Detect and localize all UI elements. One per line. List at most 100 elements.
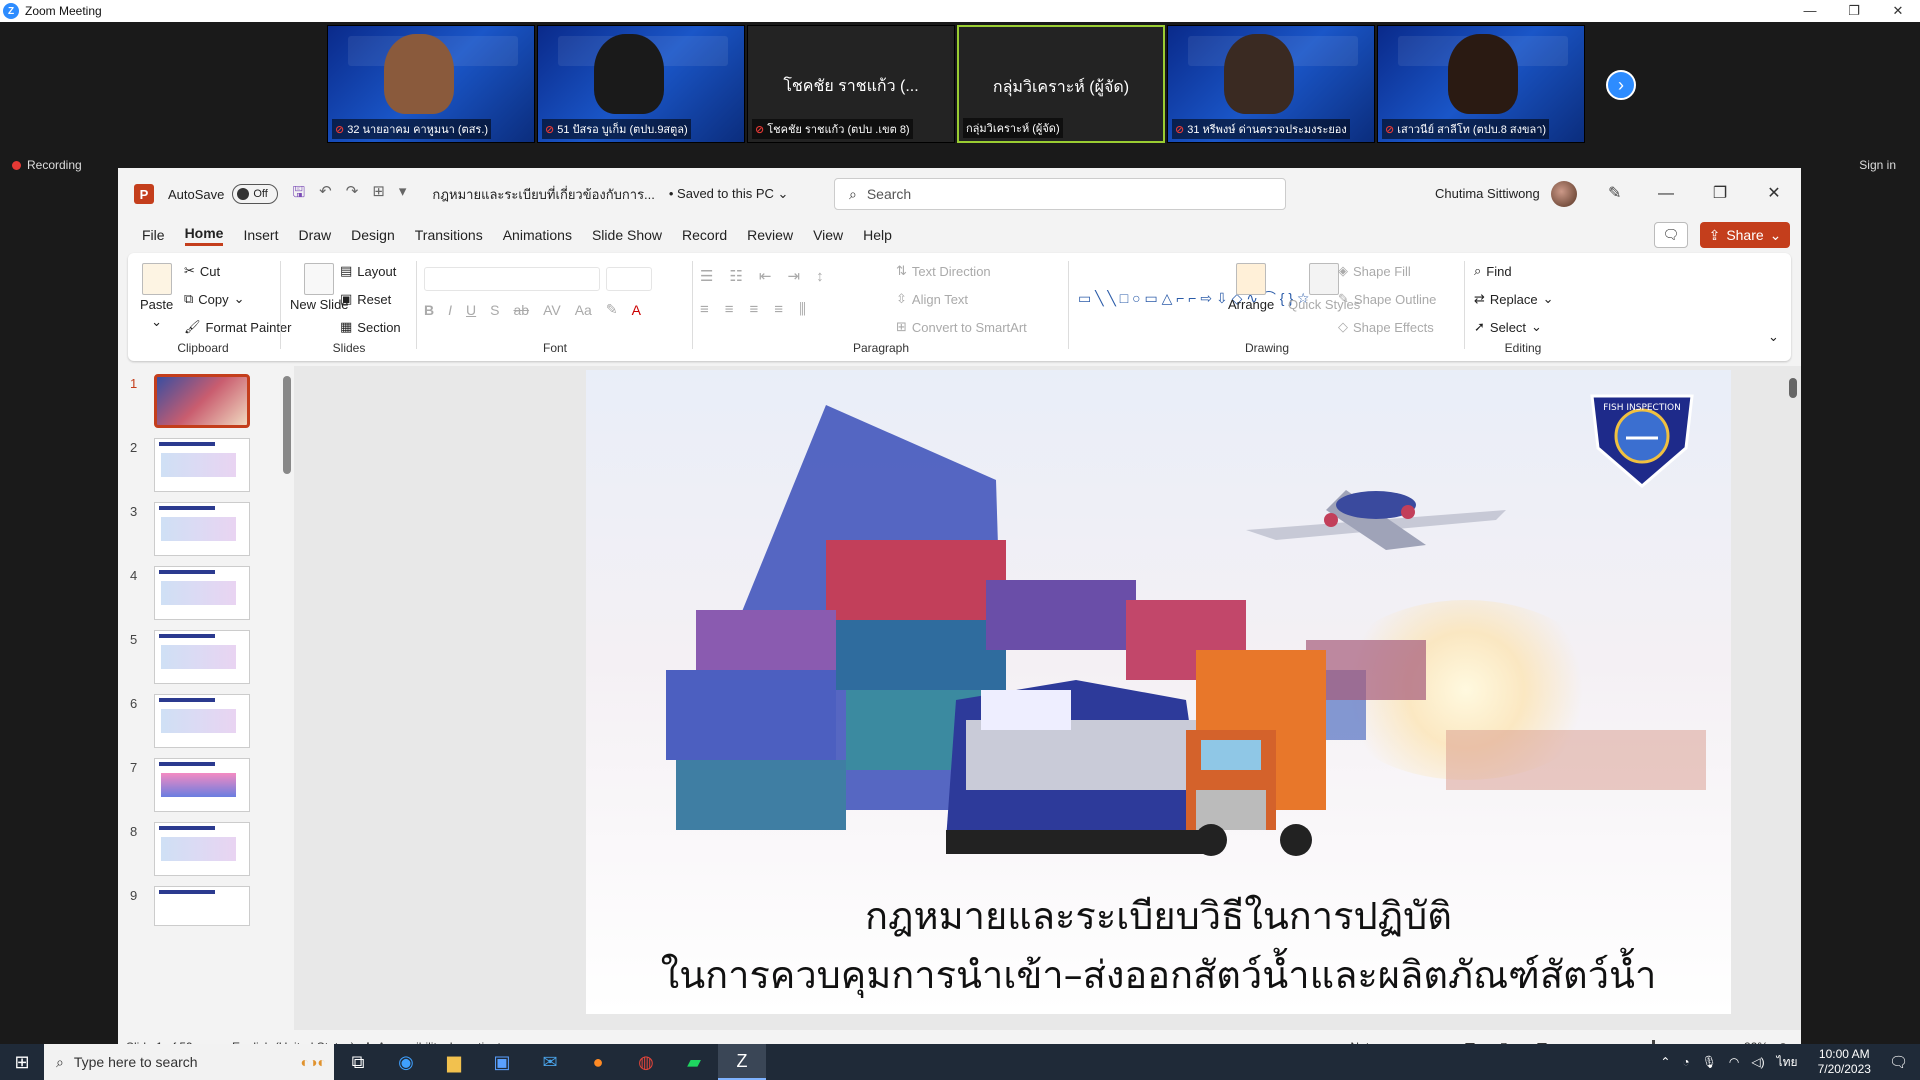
bullets-icon[interactable]: ☰ bbox=[700, 267, 713, 285]
autosave-toggle[interactable]: Off bbox=[232, 184, 279, 204]
font-color-icon[interactable]: A bbox=[632, 302, 641, 318]
tab-record[interactable]: Record bbox=[682, 227, 727, 243]
section-button[interactable]: ▦ Section bbox=[340, 319, 401, 335]
thumbnails-scrollbar[interactable] bbox=[280, 366, 294, 1030]
slide-thumbnail-3[interactable] bbox=[154, 502, 250, 556]
tab-review[interactable]: Review bbox=[747, 227, 793, 243]
close-icon[interactable]: ✕ bbox=[1876, 0, 1920, 22]
slide-thumbnail-5[interactable] bbox=[154, 630, 250, 684]
align-text-button[interactable]: ⇳ Align Text bbox=[896, 291, 968, 307]
slide-thumbnail-1[interactable] bbox=[154, 374, 250, 428]
share-button[interactable]: ⇪ Share ⌄ bbox=[1700, 222, 1790, 248]
participant-tile[interactable]: ⊘ 51 ปัสรอ บูเก็ม (ตปบ.9สตูล) bbox=[537, 25, 745, 143]
find-button[interactable]: ⌕ Find bbox=[1474, 263, 1512, 279]
shape-outline-button[interactable]: ✎ Shape Outline bbox=[1338, 291, 1436, 307]
sign-in-link[interactable]: Sign in bbox=[1859, 158, 1896, 172]
slide-thumbnail-7[interactable] bbox=[154, 758, 250, 812]
notifications-icon[interactable]: 🗨 bbox=[1889, 1053, 1908, 1071]
customize-qat-icon[interactable]: ▾ bbox=[399, 182, 407, 207]
tray-overflow-icon[interactable]: ⌃ bbox=[1660, 1055, 1670, 1069]
task-view-icon[interactable]: ⧉ bbox=[334, 1044, 382, 1080]
change-case-icon[interactable]: Aa bbox=[575, 302, 592, 318]
align-right-icon[interactable]: ≡ bbox=[750, 301, 759, 318]
shadow-icon[interactable]: S bbox=[490, 302, 499, 318]
font-size-select[interactable] bbox=[606, 267, 652, 291]
tab-insert[interactable]: Insert bbox=[243, 227, 278, 243]
chrome-icon[interactable]: ◍ bbox=[622, 1044, 670, 1080]
restore-icon[interactable]: ❐ bbox=[1693, 168, 1747, 220]
font-family-select[interactable] bbox=[424, 267, 600, 291]
clock[interactable]: 10:00 AM 7/20/2023 bbox=[1818, 1047, 1871, 1077]
shape-fill-button[interactable]: ◈ Shape Fill bbox=[1338, 263, 1411, 279]
justify-icon[interactable]: ≡ bbox=[774, 301, 783, 318]
slide-thumbnail-8[interactable] bbox=[154, 822, 250, 876]
strikethrough-icon[interactable]: ab bbox=[513, 302, 529, 318]
restore-icon[interactable]: ❐ bbox=[1832, 0, 1876, 22]
participant-tile[interactable]: โชคชัย ราชแก้ว (... ⊘ โชคชัย ราชแก้ว (ตปบ… bbox=[747, 25, 955, 143]
slide-thumbnail-9[interactable] bbox=[154, 886, 250, 926]
tab-help[interactable]: Help bbox=[863, 227, 892, 243]
input-language[interactable]: ไทย bbox=[1777, 1053, 1798, 1072]
taskbar-search-input[interactable]: ⌕ Type here to search ◐◑◐ bbox=[44, 1044, 334, 1080]
paste-button[interactable]: Paste ⌄ bbox=[140, 263, 173, 330]
slide-thumbnail-4[interactable] bbox=[154, 566, 250, 620]
next-participants-arrow-icon[interactable]: › bbox=[1606, 70, 1636, 100]
layout-button[interactable]: ▤ Layout bbox=[340, 263, 396, 279]
arrange-button[interactable]: Arrange bbox=[1228, 263, 1274, 312]
participant-tile[interactable]: ⊘ 32 นายอาคม คาหูมนา (ตสร.) bbox=[327, 25, 535, 143]
windows-start-icon[interactable]: ⊞ bbox=[0, 1044, 44, 1080]
avatar[interactable] bbox=[1551, 181, 1577, 207]
slide-thumbnail-2[interactable] bbox=[154, 438, 250, 492]
scrollbar-thumb[interactable] bbox=[1789, 378, 1797, 398]
tab-design[interactable]: Design bbox=[351, 227, 395, 243]
participant-tile[interactable]: ⊘ เสาวนีย์ สาลีโท (ตปบ.8 สงขลา) bbox=[1377, 25, 1585, 143]
volume-icon[interactable]: ◁) bbox=[1751, 1055, 1764, 1069]
zoom-app-icon[interactable]: Z bbox=[718, 1044, 766, 1080]
file-explorer-icon[interactable]: ▆ bbox=[430, 1044, 478, 1080]
present-icon[interactable]: ⊞ bbox=[372, 182, 385, 207]
user-name[interactable]: Chutima Sittiwong bbox=[1435, 186, 1540, 201]
slide-thumbnail-6[interactable] bbox=[154, 694, 250, 748]
minimize-icon[interactable]: — bbox=[1639, 168, 1693, 220]
tab-draw[interactable]: Draw bbox=[298, 227, 331, 243]
undo-icon[interactable]: ↶ bbox=[319, 182, 332, 207]
store-icon[interactable]: ▣ bbox=[478, 1044, 526, 1080]
decrease-indent-icon[interactable]: ⇤ bbox=[759, 267, 772, 285]
select-button[interactable]: ➚ Select ⌄ bbox=[1474, 319, 1542, 335]
search-input[interactable]: ⌕ Search bbox=[834, 178, 1286, 210]
align-left-icon[interactable]: ≡ bbox=[700, 301, 709, 318]
increase-indent-icon[interactable]: ⇥ bbox=[787, 267, 800, 285]
participant-tile[interactable]: ⊘ 31 หรีพงษ์ ด่านตรวจประมงระยอง bbox=[1167, 25, 1375, 143]
microphone-icon[interactable]: 🎙 bbox=[1702, 1055, 1717, 1069]
close-icon[interactable]: ✕ bbox=[1747, 168, 1801, 220]
minimize-icon[interactable]: — bbox=[1788, 0, 1832, 22]
tab-view[interactable]: View bbox=[813, 227, 843, 243]
wifi-icon[interactable]: ◠ bbox=[1729, 1055, 1739, 1069]
tab-slide-show[interactable]: Slide Show bbox=[592, 227, 662, 243]
highlight-icon[interactable]: ✎ bbox=[606, 301, 618, 318]
tab-file[interactable]: File bbox=[142, 227, 165, 243]
replace-button[interactable]: ⇄ Replace ⌄ bbox=[1474, 291, 1554, 307]
scrollbar-thumb[interactable] bbox=[283, 376, 291, 474]
columns-icon[interactable]: ⫼ bbox=[799, 301, 806, 318]
shape-effects-button[interactable]: ◇ Shape Effects bbox=[1338, 319, 1434, 335]
save-status[interactable]: • Saved to this PC ⌄ bbox=[669, 186, 789, 202]
shapes-gallery[interactable]: ▭ ╲ ╲ □ ○ ▭ △ ⌐ ⌐ ⇨ ⇩ ◇ ∿ ⌒ { } ☆ bbox=[1078, 265, 1309, 331]
collapse-ribbon-icon[interactable]: ⌄ bbox=[1768, 329, 1779, 345]
bold-icon[interactable]: B bbox=[424, 302, 434, 318]
tab-transitions[interactable]: Transitions bbox=[415, 227, 483, 243]
align-center-icon[interactable]: ≡ bbox=[725, 301, 734, 318]
participant-tile-active-speaker[interactable]: กลุ่มวิเคราะห์ (ผู้จัด) กลุ่มวิเคราะห์ (… bbox=[957, 25, 1165, 143]
pen-icon[interactable]: ✎ bbox=[1608, 183, 1621, 203]
editor-vertical-scrollbar[interactable] bbox=[1785, 366, 1801, 1030]
numbering-icon[interactable]: ☷ bbox=[729, 267, 742, 285]
slide-title-line-1[interactable]: กฎหมายและระเบียบวิธีในการปฏิบัติ bbox=[586, 885, 1731, 946]
document-name[interactable]: กฎหมายและระเบียบที่เกี่ยวข้องกับการ... bbox=[432, 184, 654, 205]
reset-button[interactable]: ▣ Reset bbox=[340, 291, 391, 307]
text-direction-button[interactable]: ⇅ Text Direction bbox=[896, 263, 991, 279]
edge-icon[interactable]: ◉ bbox=[382, 1044, 430, 1080]
mail-icon[interactable]: ✉ bbox=[526, 1044, 574, 1080]
firefox-icon[interactable]: ● bbox=[574, 1044, 622, 1080]
current-slide[interactable]: FISH INSPECTION กฎหมายและระเบียบวิธีในกา… bbox=[586, 370, 1731, 1014]
copy-button[interactable]: ⧉ Copy ⌄ bbox=[184, 291, 245, 307]
